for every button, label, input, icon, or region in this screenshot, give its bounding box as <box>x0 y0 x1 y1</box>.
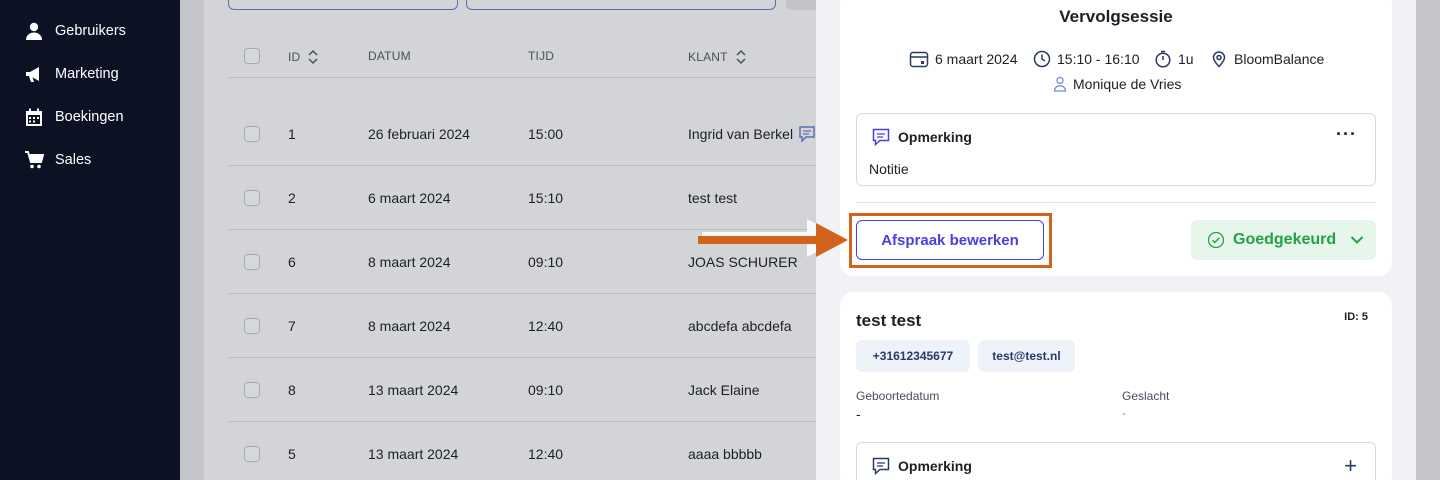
check-circle-icon <box>1207 231 1225 249</box>
client-id: ID: 5 <box>1344 311 1368 323</box>
column-header-label: KLANT <box>688 50 728 64</box>
client-card: test test ID: 5 +31612345677 test@test.n… <box>840 292 1392 480</box>
column-header-label: TIJD <box>528 49 555 63</box>
column-header-time: TIJD <box>528 49 554 63</box>
appointment-note: Opmerking ··· Notitie <box>856 113 1376 186</box>
cell-date: 13 maart 2024 <box>368 446 459 462</box>
note-header: Opmerking <box>871 127 972 147</box>
client-email-chip[interactable]: test@test.nl <box>978 340 1075 372</box>
comment-icon <box>872 128 890 147</box>
cell-id: 2 <box>288 190 296 206</box>
comment-icon[interactable] <box>798 125 816 143</box>
annotation-highlight <box>849 213 1052 268</box>
appointment-duration: 1u <box>1154 50 1194 68</box>
sidebar-item-sales[interactable]: Sales <box>24 149 91 171</box>
sidebar-item-label: Gebruikers <box>55 23 126 39</box>
note-text: Notitie <box>869 161 909 177</box>
cell-time: 15:10 <box>528 190 564 206</box>
note-title: Opmerking <box>898 458 972 474</box>
divider <box>856 202 1376 203</box>
cell-id: 7 <box>288 318 296 334</box>
appointment-location: BloomBalance <box>1210 50 1324 68</box>
column-header-id[interactable]: ID <box>288 49 318 65</box>
status-dropdown[interactable]: Goedgekeurd <box>1191 220 1376 260</box>
sidebar-item-marketing[interactable]: Marketing <box>24 63 119 85</box>
cell-date: 26 februari 2024 <box>368 126 470 142</box>
gender-value: - <box>1122 406 1126 420</box>
megaphone-icon <box>26 67 39 82</box>
appointment-date: 6 maart 2024 <box>909 50 1018 68</box>
cell-date: 8 maart 2024 <box>368 254 451 270</box>
person-icon <box>1053 76 1067 92</box>
cell-client: abcdefa abcdefa <box>688 318 792 334</box>
cell-id: 5 <box>288 446 296 462</box>
clock-icon <box>1033 50 1051 68</box>
calendar-icon <box>26 108 42 126</box>
session-title: Vervolgsessie <box>1059 7 1173 26</box>
note-title: Opmerking <box>898 129 972 145</box>
cell-time: 09:10 <box>528 382 564 398</box>
column-header-label: ID <box>288 50 301 64</box>
sort-icon <box>308 49 318 65</box>
filter-input[interactable] <box>228 0 458 10</box>
cell-time: 15:00 <box>528 126 564 142</box>
appointment-location-text: BloomBalance <box>1234 51 1325 67</box>
cell-id: 8 <box>288 382 296 398</box>
sort-icon <box>736 49 746 65</box>
cell-time: 09:10 <box>528 254 564 270</box>
cell-client: Jack Elaine <box>688 382 760 398</box>
select-all-checkbox[interactable] <box>244 48 260 64</box>
client-name: test test <box>856 311 922 330</box>
appointment-staff-text: Monique de Vries <box>1073 76 1182 92</box>
cart-icon <box>25 151 44 169</box>
filter-input[interactable] <box>466 0 776 10</box>
appointment-staff: Monique de Vries <box>1053 76 1181 92</box>
sidebar-item-label: Marketing <box>55 66 119 82</box>
calendar-icon <box>909 51 929 68</box>
location-pin-icon <box>1212 51 1226 68</box>
cell-id: 6 <box>288 254 296 270</box>
cell-date: 8 maart 2024 <box>368 318 451 334</box>
sidebar-item-label: Sales <box>55 152 92 168</box>
cell-client: test test <box>688 190 738 206</box>
birthdate-value: - <box>856 406 861 422</box>
sidebar-item-gebruikers[interactable]: Gebruikers <box>24 20 126 42</box>
row-checkbox[interactable] <box>244 254 260 270</box>
user-icon <box>26 22 42 40</box>
appointment-time-text: 15:10 - 16:10 <box>1057 51 1140 67</box>
annotation-arrow <box>698 219 848 257</box>
row-checkbox[interactable] <box>244 318 260 334</box>
client-note: Opmerking + <box>856 442 1376 480</box>
cell-id: 1 <box>288 126 296 142</box>
cell-client: Ingrid van Berkel <box>688 126 794 142</box>
row-checkbox[interactable] <box>244 382 260 398</box>
sidebar: Gebruikers Marketing Boekingen Sales <box>0 0 180 480</box>
column-header-label: DATUM <box>368 49 411 63</box>
gender-label: Geslacht <box>1122 389 1170 403</box>
sidebar-item-boekingen[interactable]: Boekingen <box>24 106 124 128</box>
more-options-icon[interactable]: ··· <box>1336 124 1357 145</box>
chevron-down-icon <box>1350 236 1364 244</box>
sidebar-item-label: Boekingen <box>55 109 124 125</box>
add-note-icon[interactable]: + <box>1344 453 1357 479</box>
status-label: Goedgekeurd <box>1233 231 1337 248</box>
appointment-time: 15:10 - 16:10 <box>1033 50 1140 68</box>
note-header: Opmerking <box>871 456 972 476</box>
row-checkbox[interactable] <box>244 446 260 462</box>
cell-time: 12:40 <box>528 318 564 334</box>
row-checkbox[interactable] <box>244 126 260 142</box>
cell-client: aaaa bbbbb <box>688 446 762 462</box>
comment-icon <box>872 457 890 476</box>
appointment-date-text: 6 maart 2024 <box>935 51 1018 67</box>
appointment-duration-text: 1u <box>1178 51 1194 67</box>
client-phone-chip[interactable]: +31612345677 <box>856 340 970 372</box>
cell-time: 12:40 <box>528 446 564 462</box>
birthdate-label: Geboortedatum <box>856 389 940 403</box>
column-header-date: DATUM <box>368 49 411 63</box>
row-checkbox[interactable] <box>244 190 260 206</box>
stopwatch-icon <box>1155 50 1171 68</box>
cell-date: 6 maart 2024 <box>368 190 451 206</box>
cell-date: 13 maart 2024 <box>368 382 459 398</box>
column-header-client[interactable]: KLANT <box>688 49 746 65</box>
